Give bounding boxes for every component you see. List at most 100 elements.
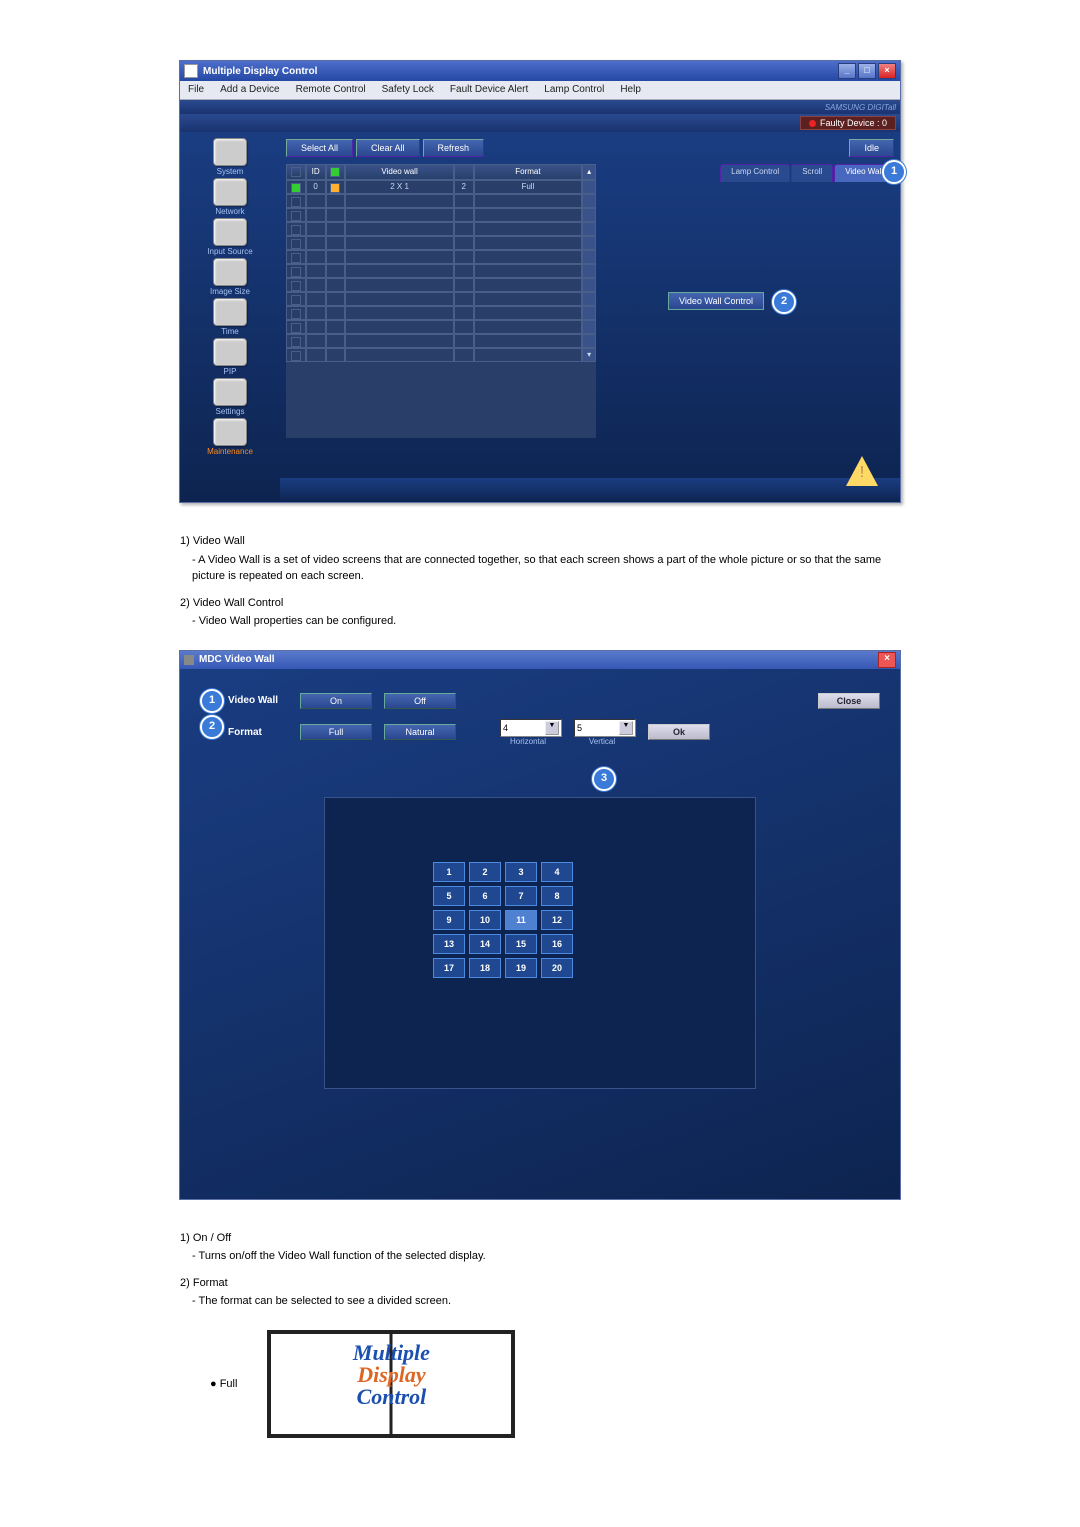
idle-button[interactable]: Idle [849,139,894,157]
cell-3[interactable]: 3 [505,862,537,882]
chevron-down-icon[interactable]: ▼ [619,721,633,735]
close-button-inner[interactable]: Close [818,693,880,709]
table-row[interactable] [286,208,596,222]
table-row[interactable]: 0 2 X 1 2 Full [286,180,596,194]
refresh-button[interactable]: Refresh [423,139,485,157]
menu-add-device[interactable]: Add a Device [212,81,287,99]
cell-18[interactable]: 18 [469,958,501,978]
full-button[interactable]: Full [300,724,372,740]
cell-20[interactable]: 20 [541,958,573,978]
titlebar[interactable]: Multiple Display Control _ □ × [180,61,900,81]
row-check[interactable] [291,281,301,291]
row-check[interactable] [291,351,301,361]
select-all-button[interactable]: Select All [286,139,353,157]
row-check[interactable] [291,183,301,193]
off-button[interactable]: Off [384,693,456,709]
sidebar-item-maintenance[interactable]: Maintenance [180,418,280,456]
menu-lamp-control[interactable]: Lamp Control [536,81,612,99]
table-row[interactable] [286,278,596,292]
sidebar-item-image-size[interactable]: Image Size [180,258,280,296]
sidebar-item-input-source[interactable]: Input Source [180,218,280,256]
row-check[interactable] [291,239,301,249]
image-size-icon [213,258,247,286]
mdc-video-wall-window: MDC Video Wall × 1 Video Wall On Off Clo… [179,650,901,1200]
status-icon [330,183,340,193]
chevron-down-icon[interactable]: ▼ [545,721,559,735]
sidebar-item-network[interactable]: Network [180,178,280,216]
cell-15[interactable]: 15 [505,934,537,954]
sidebar-item-settings[interactable]: Settings [180,378,280,416]
sidebar-item-pip[interactable]: PIP [180,338,280,376]
col-status[interactable] [326,164,346,180]
vertical-select[interactable]: 5▼ [574,719,636,737]
maintenance-icon [213,418,247,446]
table-row[interactable]: ▾ [286,348,596,362]
cell-5[interactable]: 5 [433,886,465,906]
menu-help[interactable]: Help [612,81,649,99]
tab-scroll[interactable]: Scroll [791,164,833,182]
close-button[interactable]: × [878,63,896,79]
cell-17[interactable]: 17 [433,958,465,978]
row-check[interactable] [291,211,301,221]
cell-10[interactable]: 10 [469,910,501,930]
cell-14[interactable]: 14 [469,934,501,954]
cell-grid: document.write(Array.from({length:20},(_… [433,862,573,978]
row-check[interactable] [291,253,301,263]
sidebar-item-system[interactable]: System [180,138,280,176]
sidebar: System Network Input Source Image Size T… [180,132,280,502]
menu-file[interactable]: File [180,81,212,99]
table-row[interactable] [286,320,596,334]
cell-7[interactable]: 7 [505,886,537,906]
row-check[interactable] [291,267,301,277]
tab-lamp-control[interactable]: Lamp Control [720,164,790,182]
close-button[interactable]: × [878,652,896,668]
scroll-up-button[interactable]: ▴ [582,164,596,180]
menu-remote-control[interactable]: Remote Control [288,81,374,99]
statusbar: ! [280,478,900,502]
table-row[interactable] [286,306,596,320]
row-check[interactable] [291,309,301,319]
table-row[interactable] [286,236,596,250]
cell-13[interactable]: 13 [433,934,465,954]
cell-12[interactable]: 12 [541,910,573,930]
table-row[interactable] [286,334,596,348]
row-check[interactable] [291,337,301,347]
clear-all-button[interactable]: Clear All [356,139,420,157]
horizontal-select[interactable]: 4▼ [500,719,562,737]
titlebar[interactable]: MDC Video Wall × [180,651,900,669]
on-button[interactable]: On [300,693,372,709]
row-check[interactable] [291,197,301,207]
table-row[interactable] [286,250,596,264]
table-row[interactable] [286,264,596,278]
minimize-button[interactable]: _ [838,63,856,79]
cell-8[interactable]: 8 [541,886,573,906]
tv-diagram: Multiple Display Control [267,1330,515,1438]
ok-button[interactable]: Ok [648,724,710,740]
table-row[interactable] [286,194,596,208]
network-icon [213,178,247,206]
cell-16[interactable]: 16 [541,934,573,954]
col-check[interactable] [286,164,306,180]
scroll-down-button[interactable]: ▾ [582,348,596,362]
alert-icon: ! [844,456,880,492]
cell-1[interactable]: 1 [433,862,465,882]
menu-fault-alert[interactable]: Fault Device Alert [442,81,536,99]
row-check[interactable] [291,225,301,235]
cell-9[interactable]: 9 [433,910,465,930]
system-icon [213,138,247,166]
video-wall-control-button[interactable]: Video Wall Control [668,292,764,310]
cell-4[interactable]: 4 [541,862,573,882]
sidebar-item-time[interactable]: Time [180,298,280,336]
table-row[interactable] [286,292,596,306]
row-check[interactable] [291,295,301,305]
row-check[interactable] [291,323,301,333]
natural-button[interactable]: Natural [384,724,456,740]
maximize-button[interactable]: □ [858,63,876,79]
menu-safety-lock[interactable]: Safety Lock [374,81,442,99]
cell-19[interactable]: 19 [505,958,537,978]
brand-bar: SAMSUNG DIGITall [180,100,900,114]
table-row[interactable] [286,222,596,236]
cell-2[interactable]: 2 [469,862,501,882]
cell-6[interactable]: 6 [469,886,501,906]
cell-11[interactable]: 11 [505,910,537,930]
